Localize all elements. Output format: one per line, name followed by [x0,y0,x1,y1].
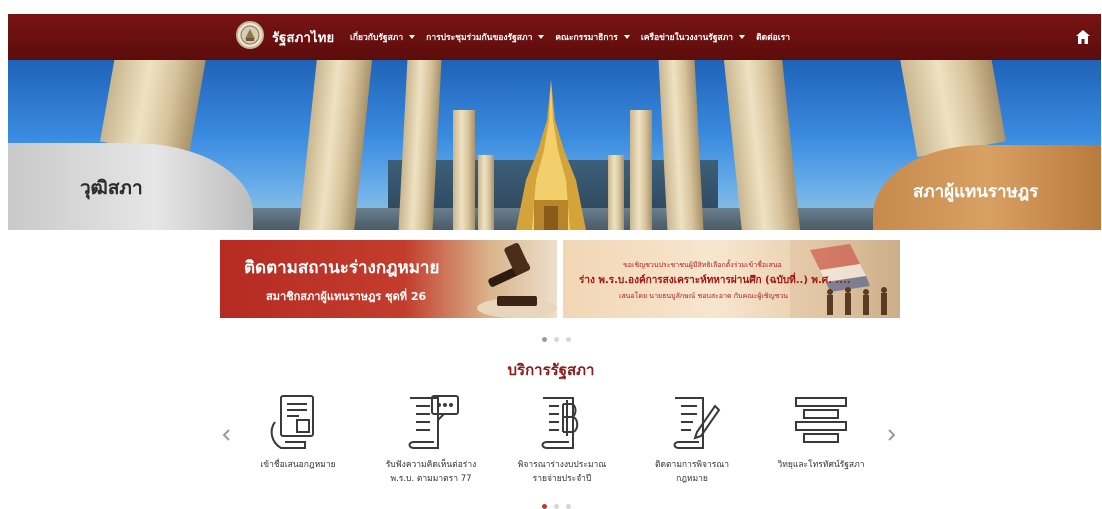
service-parliament-radio-tv[interactable]: วิทยุและโทรทัศน์รัฐสภา [761,392,881,472]
pillar [723,60,801,230]
parliament-logo-icon[interactable] [236,21,264,49]
menu-label: เครือข่ายในวงงานรัฐสภา [640,33,734,43]
menu-label: การประชุมร่วมกันของรัฐสภา [426,33,533,43]
senate-label: วุฒิสภา [80,177,143,199]
document-baht-icon [541,397,579,449]
caret-down-icon [623,35,630,39]
hero-banner: วุฒิสภา สภาผู้แทนราษฎร [8,60,1101,230]
pillar [630,110,652,230]
service-label: เข้าชื่อเสนอกฎหมาย [238,458,358,472]
pillar [900,60,1006,158]
document-pen-icon [673,397,721,449]
service-label-line2: รายจ่ายประจำปี [532,474,592,484]
broadcast-icon [795,397,847,443]
carousel-dot[interactable] [566,337,571,342]
menu-network[interactable]: เครือข่ายในวงงานรัฐสภา [640,30,746,44]
carousel-dot[interactable] [542,337,547,342]
pillar [453,110,475,230]
service-budget-review[interactable]: พิจารณาร่างงบประมาณรายจ่ายประจำปี [502,392,622,486]
menu-label: ติดต่อเรา [756,33,790,43]
service-public-hearing[interactable]: รับฟังความคิดเห็นต่อร่างพ.ร.บ. ตามมาตรา … [371,392,491,486]
caret-down-icon [409,35,416,39]
caret-down-icon [538,35,545,39]
petition-invite-text: ขอเชิญชวนประชาชนผู้มีสิทธิเลือกตั้งร่วมเ… [623,261,782,269]
service-label: ติดตามการพิจารณากฎหมาย [632,458,752,486]
house-label: สภาผู้แทนราษฎร [913,182,1039,202]
services-carousel-dots [542,504,571,509]
document-comment-icon [408,395,459,449]
menu-about-parliament[interactable]: เกี่ยวกับรัฐสภา [350,30,416,44]
pillar [298,60,373,230]
temple-spire-image [516,80,586,230]
petition-bill-title: ร่าง พ.ร.บ.องค์การสงเคราะห์ทหารผ่านศึก (… [579,275,851,286]
banner-carousel-dots [542,337,571,342]
service-label-line1: วิทยุและโทรทัศน์รัฐสภา [777,460,865,470]
menu-label: เกี่ยวกับรัฐสภา [350,33,404,43]
bill-tracking-banner[interactable]: ติดตามสถานะร่างกฎหมาย สมาชิกสภาผู้แทนราษ… [220,240,557,318]
caret-down-icon [739,35,746,39]
pillar [608,155,624,230]
menu-contact[interactable]: ติดต่อเรา [756,30,790,44]
service-label-line1: ติดตามการพิจารณา [654,460,729,470]
services-title: บริการรัฐสภา [507,361,595,379]
service-submit-bill[interactable]: เข้าชื่อเสนอกฎหมาย [238,392,358,472]
petition-banner[interactable]: ขอเชิญชวนประชาชนผู้มีสิทธิเลือกตั้งร่วมเ… [563,240,900,318]
carousel-dot[interactable] [542,504,547,509]
document-hand-icon [270,395,314,449]
main-menu: เกี่ยวกับรัฐสภา การประชุมร่วมกันของรัฐสภ… [350,30,801,44]
gavel-image [477,243,557,318]
service-label-line1: พิจารณาร่างงบประมาณ [517,460,607,470]
service-label: พิจารณาร่างงบประมาณรายจ่ายประจำปี [502,458,622,486]
petition-proposer-text: เสนอโดย นายธนบูลักษณ์ ชอบสะอาด กับคณะผู้… [619,292,789,300]
home-icon[interactable] [1075,29,1091,45]
service-label-line1: เข้าชื่อเสนอกฎหมาย [260,460,336,470]
service-label: รับฟังความคิดเห็นต่อร่างพ.ร.บ. ตามมาตรา … [371,458,491,486]
menu-label: คณะกรรมาธิการ [555,33,618,43]
service-label-line1: รับฟังความคิดเห็นต่อร่าง [385,460,477,470]
pillar [478,155,494,230]
site-brand[interactable]: รัฐสภาไทย [272,27,334,48]
service-label-line2: กฎหมาย [676,474,708,484]
service-label-line2: พ.ร.บ. ตามมาตรา 77 [390,474,472,484]
carousel-dot[interactable] [554,337,559,342]
senate-link[interactable]: วุฒิสภา [8,143,253,230]
banner-subtitle: สมาชิกสภาผู้แทนราษฎร ชุดที่ 26 [266,290,427,303]
service-label: วิทยุและโทรทัศน์รัฐสภา [761,458,881,472]
top-navbar: รัฐสภาไทย เกี่ยวกับรัฐสภา การประชุมร่วมก… [8,14,1101,60]
service-track-legislation[interactable]: ติดตามการพิจารณากฎหมาย [632,392,752,486]
menu-committees[interactable]: คณะกรรมาธิการ [555,30,630,44]
menu-joint-sitting[interactable]: การประชุมร่วมกันของรัฐสภา [426,30,545,44]
house-link[interactable]: สภาผู้แทนราษฎร [873,145,1101,230]
carousel-dot[interactable] [554,504,559,509]
chevron-right-icon[interactable] [884,428,898,442]
chevron-left-icon[interactable] [220,428,234,442]
banner-title: ติดตามสถานะร่างกฎหมาย [244,258,440,278]
carousel-dot[interactable] [566,504,571,509]
